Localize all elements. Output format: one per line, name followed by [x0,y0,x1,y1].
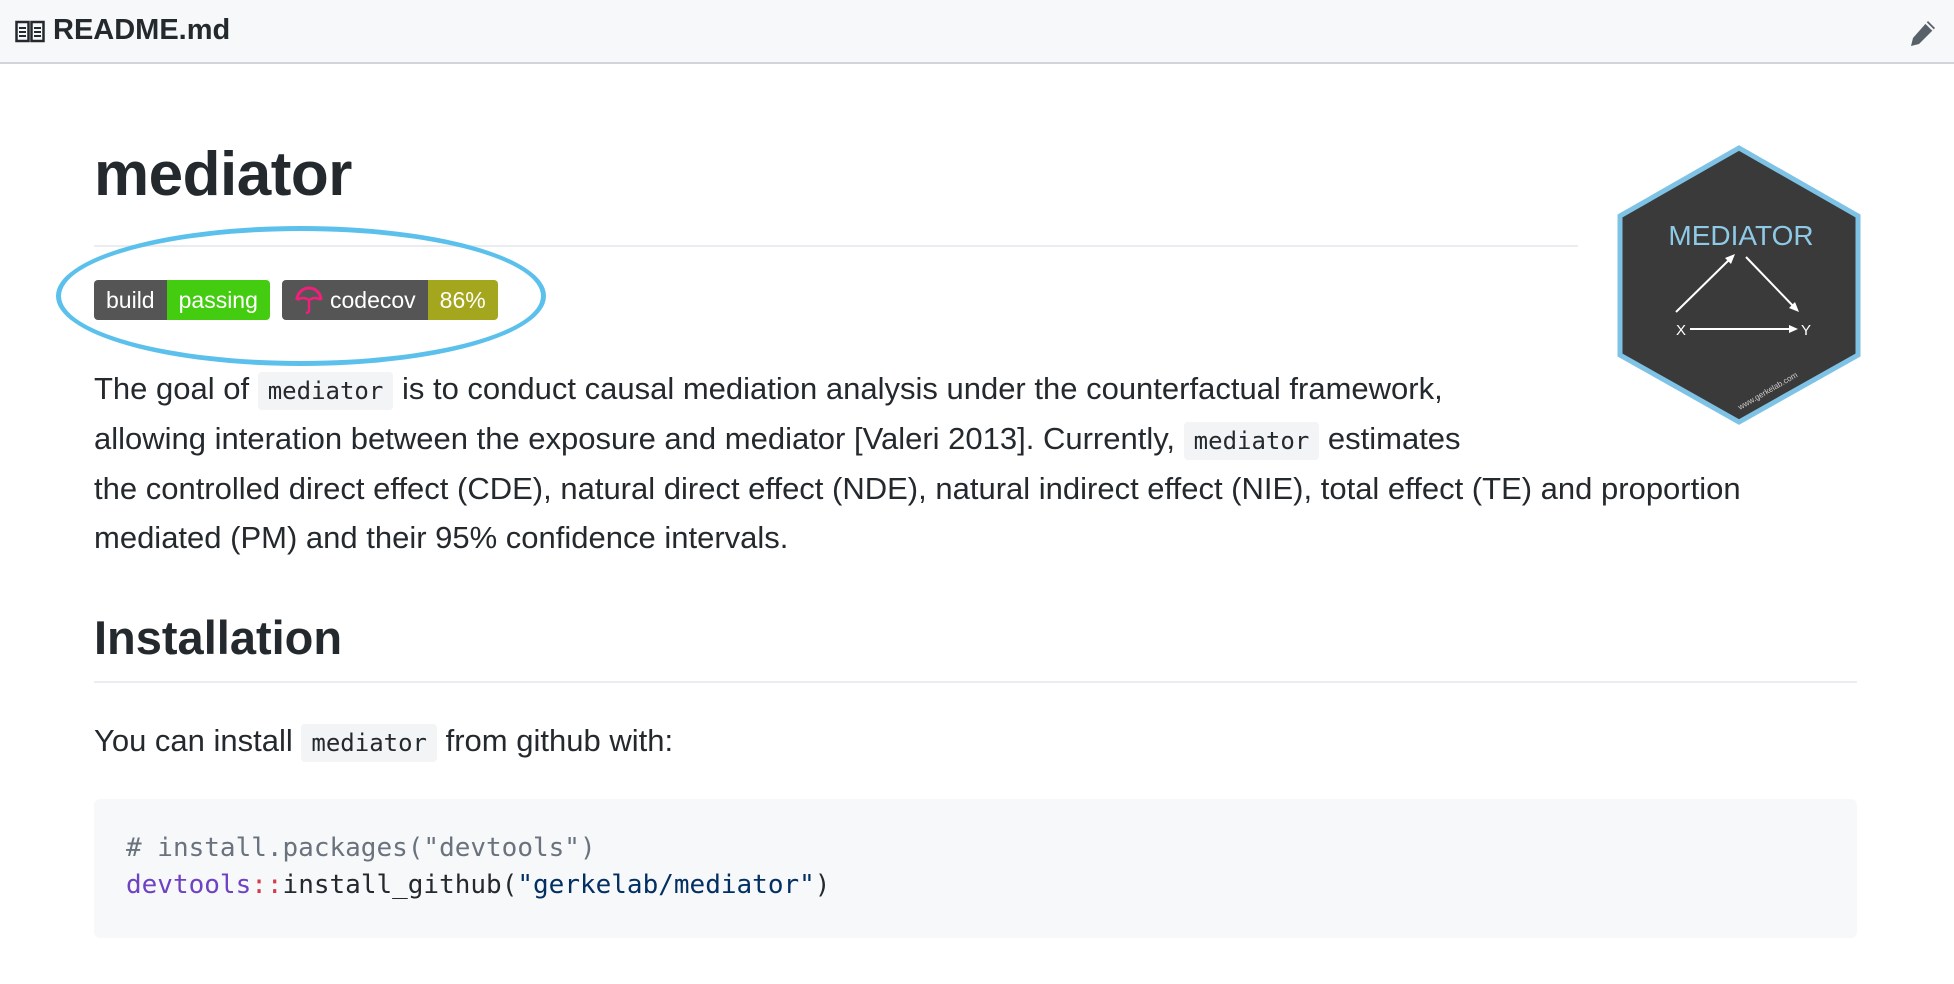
logo-y-label: Y [1801,322,1811,339]
intro-line-3: the controlled direct effect (CDE), natu… [94,471,1741,506]
inline-code: mediator [1183,422,1320,460]
mediator-hex-logo: MEDIATOR X Y www.gerkelab.com [1614,144,1864,431]
inline-code: mediator [257,372,394,410]
inline-code: mediator [301,724,437,762]
book-icon [15,20,45,49]
logo-x-label: X [1676,322,1686,339]
build-badge-label: build [94,280,167,320]
installation-divider [94,681,1857,683]
file-header: README.md [0,0,1954,64]
install-text: You can install mediator from github wit… [94,716,673,768]
intro-line-1: The goal of mediator is to conduct causa… [94,364,1443,416]
codecov-badge-label: codecov [330,287,416,313]
pencil-icon[interactable] [1908,18,1938,53]
build-badge[interactable]: build passing [94,280,270,320]
codecov-badge-value: 86% [427,280,498,320]
page-title: mediator [94,140,352,209]
installation-heading: Installation [94,611,343,664]
code-block[interactable]: # install.packages("devtools") devtools:… [94,799,1857,938]
codecov-badge[interactable]: codecov 86% [282,280,498,320]
code-comment-line: # install.packages("devtools") [126,833,596,863]
code-install-line: devtools::install_github("gerkelab/media… [126,870,831,900]
logo-title: MEDIATOR [1668,220,1813,251]
codecov-umbrella-icon [294,285,324,315]
intro-line-2: allowing interation between the exposure… [94,414,1461,466]
intro-line-4: mediated (PM) and their 95% confidence i… [94,520,789,555]
build-badge-value: passing [166,280,270,320]
file-title: README.md [53,14,231,46]
